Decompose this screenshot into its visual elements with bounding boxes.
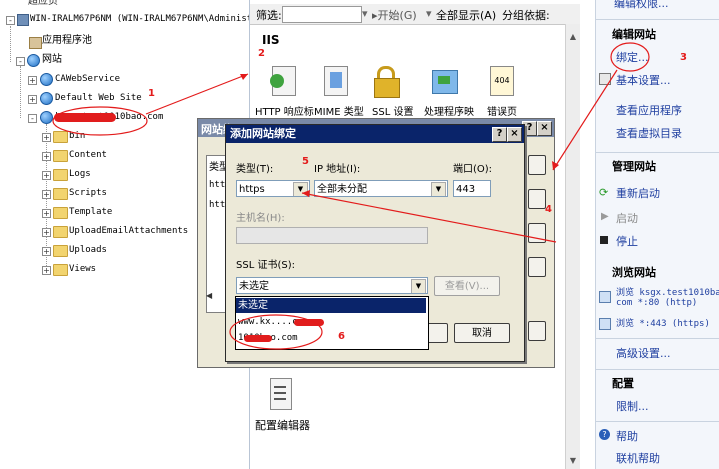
annotation-ellipse-binding xyxy=(610,42,650,72)
arrowhead-icon xyxy=(302,190,310,197)
annotation-label-5: 5 xyxy=(302,156,309,167)
annotation-arrow-4 xyxy=(301,192,557,243)
annotation-ellipse-site xyxy=(52,106,148,136)
annotation-label-3: 3 xyxy=(680,52,687,63)
annotation-label-6: 6 xyxy=(338,331,345,342)
annotation-arrow-3 xyxy=(552,69,618,171)
annotation-label-1: 1 xyxy=(148,88,155,99)
annotation-label-2: 2 xyxy=(258,48,265,59)
annotation-ellipse-cert xyxy=(229,314,323,350)
annotation-label-4: 4 xyxy=(545,204,552,215)
annotation-overlay xyxy=(52,42,650,350)
annotation-arrow-1 xyxy=(145,73,249,115)
